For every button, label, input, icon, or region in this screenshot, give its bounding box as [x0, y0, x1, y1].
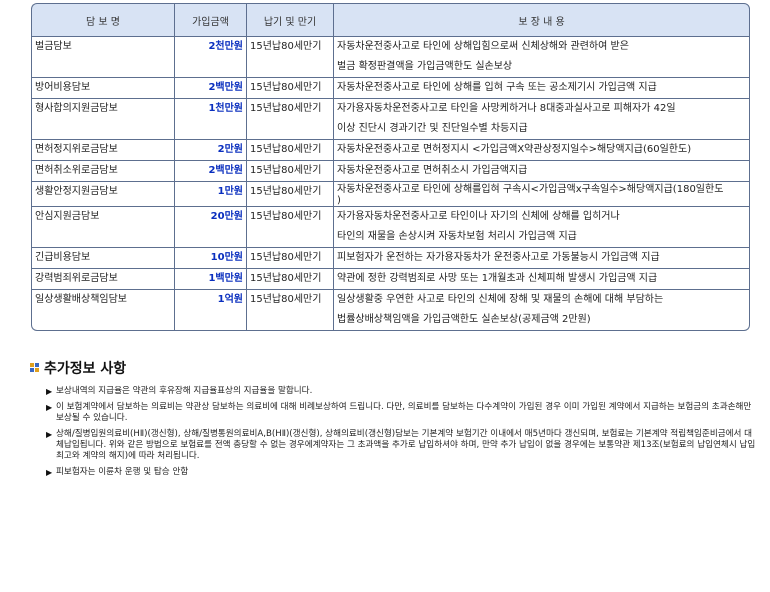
coverage-name: 강력범죄위로금담보 — [31, 269, 174, 290]
coverage-description: 자동차운전중사고로 면허취소시 가입금액지급 — [333, 161, 750, 182]
coverage-term: 15년납80세만기 — [246, 78, 333, 99]
coverage-name: 형사합의지원금담보 — [31, 99, 174, 140]
coverage-term: 15년납80세만기 — [246, 99, 333, 140]
description-line: 피보험자가 운전하는 자가용자동차가 운전중사고로 가동불능시 가입금액 지급 — [337, 252, 660, 263]
coverage-amount: 2백만원 — [174, 78, 246, 99]
header-amount: 가입금액 — [174, 3, 246, 37]
description-line: 자동차운전중사고로 타인에 상해를입혀 구속시<가입금액x구속일수>해당액지급(… — [337, 184, 724, 195]
description-line: 일상생활중 우연한 사고로 타인의 신체에 장해 및 재물의 손해에 대해 부담… — [337, 294, 664, 305]
description-line: 자동차운전중사고로 타인에 상해를 입혀 구속 또는 공소제기시 가입금액 지급 — [337, 82, 657, 93]
coverage-name: 긴급비용담보 — [31, 248, 174, 269]
coverage-term: 15년납80세만기 — [246, 37, 333, 78]
coverage-description: 피보험자가 운전하는 자가용자동차가 운전중사고로 가동불능시 가입금액 지급 — [333, 248, 750, 269]
coverage-description: 자동차운전중사고로 면허정지시 <가입금액X약관상정지일수>해당액지급(60일한… — [333, 140, 750, 161]
table-row: 벌금담보 2천만원 15년납80세만기 자동차운전중사고로 타인에 상해입힘으로써 신… — [31, 37, 750, 78]
table-row: 일상생활배상책임담보 1억원 15년납80세만기 일상생활중 우연한 사고로 타인의 … — [31, 290, 750, 331]
note-text: 상해/질병입원의료비(HⅡ)(갱신형), 상해/질병통원의료비A,B(HⅡ)(갱… — [56, 429, 756, 461]
coverage-table: 담 보 명 가입금액 납기 및 만기 보 장 내 용 벌금담보 2천만원 15년납8… — [31, 3, 750, 331]
coverage-description: 약관에 정한 강력범죄로 사망 또는 1개월초과 신체피해 발생시 가입금액 지… — [333, 269, 750, 290]
triangle-bullet-icon: ▶ — [46, 403, 53, 412]
note-item: ▶ 상해/질병입원의료비(HⅡ)(갱신형), 상해/질병통원의료비A,B(HⅡ)(… — [46, 429, 756, 462]
note-text: 이 보험계약에서 담보하는 의료비는 약관상 담보하는 의료비에 대해 비례보상… — [56, 402, 752, 423]
notes-list: ▶ 보상내역의 지급율은 약관의 후유장해 지급율표상의 지급율을 말합니다. ▶… — [46, 386, 756, 483]
table-row: 면허정지위로금담보 2만원 15년납80세만기 자동차운전중사고로 면허정지시 <가입… — [31, 140, 750, 161]
note-text: 피보험자는 이륜차 운행 및 탑승 안함 — [56, 467, 189, 477]
table-header-row: 담 보 명 가입금액 납기 및 만기 보 장 내 용 — [31, 3, 750, 37]
description-line: 법률상배상책임액을 가입금액한도 실손보상(공제금액 2만원) — [337, 314, 591, 325]
coverage-term: 15년납80세만기 — [246, 182, 333, 207]
note-item: ▶ 피보험자는 이륜차 운행 및 탑승 안함 — [46, 467, 756, 478]
note-item: ▶ 보상내역의 지급율은 약관의 후유장해 지급율표상의 지급율을 말합니다. — [46, 386, 756, 397]
table-row: 긴급비용담보 10만원 15년납80세만기 피보험자가 운전하는 자가용자동차가 운전… — [31, 248, 750, 269]
coverage-description: 일상생활중 우연한 사고로 타인의 신체에 장해 및 재물의 손해에 대해 부담… — [333, 290, 750, 331]
table-row: 방어비용담보 2백만원 15년납80세만기 자동차운전중사고로 타인에 상해를 입혀 … — [31, 78, 750, 99]
coverage-amount: 1만원 — [174, 182, 246, 207]
coverage-table-wrapper: 담 보 명 가입금액 납기 및 만기 보 장 내 용 벌금담보 2천만원 15년납8… — [31, 3, 750, 331]
triangle-bullet-icon: ▶ — [46, 430, 53, 439]
coverage-name: 벌금담보 — [31, 37, 174, 78]
description-line: 자동차운전중사고로 면허정지시 <가입금액X약관상정지일수>해당액지급(60일한… — [337, 144, 692, 155]
coverage-amount: 2천만원 — [174, 37, 246, 78]
note-text: 보상내역의 지급율은 약관의 후유장해 지급율표상의 지급율을 말합니다. — [56, 386, 313, 396]
coverage-name: 안심지원금담보 — [31, 207, 174, 248]
coverage-description: 자동차운전중사고로 타인에 상해를입혀 구속시<가입금액x구속일수>해당액지급(… — [333, 182, 750, 207]
coverage-term: 15년납80세만기 — [246, 207, 333, 248]
description-line: 벌금 확정판결액을 가입금액한도 실손보상 — [337, 61, 513, 72]
coverage-term: 15년납80세만기 — [246, 161, 333, 182]
coverage-term: 15년납80세만기 — [246, 269, 333, 290]
note-item: ▶ 이 보험계약에서 담보하는 의료비는 약관상 담보하는 의료비에 대해 비례보… — [46, 402, 756, 424]
coverage-name: 면허정지위로금담보 — [31, 140, 174, 161]
coverage-description: 자가용자동차운전중사고로 타인을 사망케하거나 8대중과실사고로 피해자가 42… — [333, 99, 750, 140]
coverage-description: 자가용자동차운전중사고로 타인이나 자기의 신체에 상해를 입히거나타인의 재물… — [333, 207, 750, 248]
description-line: 자가용자동차운전중사고로 타인이나 자기의 신체에 상해를 입히거나 — [337, 211, 620, 222]
coverage-term: 15년납80세만기 — [246, 248, 333, 269]
table-row: 안심지원금담보 20만원 15년납80세만기 자가용자동차운전중사고로 타인이나 자기… — [31, 207, 750, 248]
triangle-bullet-icon: ▶ — [46, 387, 53, 396]
description-line: 약관에 정한 강력범죄로 사망 또는 1개월초과 신체피해 발생시 가입금액 지… — [337, 273, 658, 284]
triangle-bullet-icon: ▶ — [46, 468, 53, 477]
coverage-amount: 10만원 — [174, 248, 246, 269]
grid-squares-icon — [30, 363, 39, 372]
coverage-term: 15년납80세만기 — [246, 290, 333, 331]
section-title-text: 추가정보 사항 — [44, 361, 127, 377]
description-line: 타인의 재물을 손상시켜 자동차보험 처리시 가입금액 지급 — [337, 231, 577, 242]
table-row: 형사합의지원금담보 1천만원 15년납80세만기 자가용자동차운전중사고로 타인을 사… — [31, 99, 750, 140]
description-line: 자동차운전중사고로 면허취소시 가입금액지급 — [337, 165, 528, 176]
table-row: 강력범죄위로금담보 1백만원 15년납80세만기 약관에 정한 강력범죄로 사망 또는… — [31, 269, 750, 290]
coverage-amount: 1천만원 — [174, 99, 246, 140]
coverage-description: 자동차운전중사고로 타인에 상해입힘으로써 신체상해와 관련하여 받은벌금 확정… — [333, 37, 750, 78]
section-title: 추가정보 사항 — [30, 358, 126, 378]
description-line: 자가용자동차운전중사고로 타인을 사망케하거나 8대중과실사고로 피해자가 42… — [337, 103, 676, 114]
coverage-amount: 2백만원 — [174, 161, 246, 182]
header-coverage-name: 담 보 명 — [31, 3, 174, 37]
coverage-amount: 1백만원 — [174, 269, 246, 290]
coverage-description: 자동차운전중사고로 타인에 상해를 입혀 구속 또는 공소제기시 가입금액 지급 — [333, 78, 750, 99]
coverage-name: 생활안정지원금담보 — [31, 182, 174, 207]
coverage-name: 방어비용담보 — [31, 78, 174, 99]
description-line: ) — [337, 195, 341, 206]
description-line: 이상 진단시 경과기간 및 진단일수별 차등지급 — [337, 123, 528, 134]
coverage-amount: 2만원 — [174, 140, 246, 161]
coverage-term: 15년납80세만기 — [246, 140, 333, 161]
coverage-name: 일상생활배상책임담보 — [31, 290, 174, 331]
table-row: 면허취소위로금담보 2백만원 15년납80세만기 자동차운전중사고로 면허취소시 가입… — [31, 161, 750, 182]
description-line: 자동차운전중사고로 타인에 상해입힘으로써 신체상해와 관련하여 받은 — [337, 41, 629, 52]
header-term: 납기 및 만기 — [246, 3, 333, 37]
coverage-amount: 20만원 — [174, 207, 246, 248]
header-description: 보 장 내 용 — [333, 3, 750, 37]
coverage-amount: 1억원 — [174, 290, 246, 331]
coverage-name: 면허취소위로금담보 — [31, 161, 174, 182]
table-row: 생활안정지원금담보 1만원 15년납80세만기 자동차운전중사고로 타인에 상해를입혀… — [31, 182, 750, 207]
